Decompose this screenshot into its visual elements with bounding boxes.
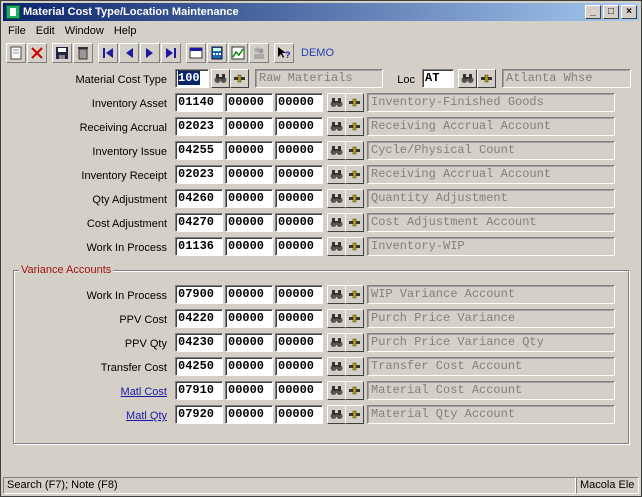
receiving-accrual-label: Receiving Accrual xyxy=(79,122,167,134)
save-icon[interactable] xyxy=(52,43,72,63)
calculator-icon[interactable] xyxy=(207,43,227,63)
cost-adjustment-account-sub1[interactable]: 00000 xyxy=(225,213,273,232)
inventory-asset-account-main[interactable]: 01140 xyxy=(175,93,223,112)
variance-accounts-label: Variance Accounts xyxy=(19,264,114,276)
menu-file[interactable]: File xyxy=(3,25,31,37)
cost-adjustment-account-sub2[interactable]: 00000 xyxy=(275,213,323,232)
qty-adjustment-account-sub2[interactable]: 00000 xyxy=(275,189,323,208)
window-title: Material Cost Type/Location Maintenance xyxy=(23,6,239,18)
close-button[interactable]: × xyxy=(621,5,637,19)
cost-type-label: Material Cost Type xyxy=(75,74,167,86)
inventory-issue-label: Inventory Issue xyxy=(92,146,167,158)
menu-bar: File Edit Window Help xyxy=(3,22,141,40)
qty-adjustment-note-icon[interactable] xyxy=(345,189,364,208)
cost-adjustment-account-main[interactable]: 04270 xyxy=(175,213,223,232)
inventory-receipt-account-sub2[interactable]: 00000 xyxy=(275,165,323,184)
cost-adjustment-search-icon[interactable] xyxy=(327,213,346,232)
loc-label: Loc xyxy=(397,74,415,86)
users-icon xyxy=(249,43,269,63)
work-in-process-label: Work In Process xyxy=(86,242,168,254)
status-user: Macola Ele xyxy=(576,477,639,494)
inventory-asset-account-sub2[interactable]: 00000 xyxy=(275,93,323,112)
qty-adjustment-account-main[interactable]: 04260 xyxy=(175,189,223,208)
inventory-asset-label: Inventory Asset xyxy=(91,98,167,110)
first-record-icon[interactable] xyxy=(98,43,118,63)
menu-edit[interactable]: Edit xyxy=(31,25,60,37)
loc-description: Atlanta Whse xyxy=(502,69,631,88)
cost-type-description: Raw Materials xyxy=(255,69,383,88)
cost-type-note-icon[interactable] xyxy=(230,69,249,88)
inventory-asset-description: Inventory-Finished Goods xyxy=(367,93,615,112)
inventory-receipt-label: Inventory Receipt xyxy=(81,170,167,182)
previous-record-icon[interactable] xyxy=(119,43,139,63)
inventory-receipt-account-main[interactable]: 02023 xyxy=(175,165,223,184)
app-icon xyxy=(6,5,20,19)
next-record-icon[interactable] xyxy=(140,43,160,63)
loc-note-icon[interactable] xyxy=(477,69,496,88)
qty-adjustment-search-icon[interactable] xyxy=(327,189,346,208)
loc-field[interactable]: AT xyxy=(422,69,454,88)
status-bar: Search (F7); Note (F8) Macola Ele xyxy=(3,477,639,495)
svg-text:?: ? xyxy=(285,50,291,60)
inventory-issue-account-sub1[interactable]: 00000 xyxy=(225,141,273,160)
qty-adjustment-description: Quantity Adjustment xyxy=(367,189,615,208)
last-record-icon[interactable] xyxy=(161,43,181,63)
delete-icon[interactable] xyxy=(73,43,93,63)
inventory-asset-note-icon[interactable] xyxy=(345,93,364,112)
work-in-process-account-sub1[interactable]: 00000 xyxy=(225,237,273,256)
receiving-accrual-account-sub2[interactable]: 00000 xyxy=(275,117,323,136)
receiving-accrual-description: Receiving Accrual Account xyxy=(367,117,615,136)
minimize-button[interactable]: _ xyxy=(585,5,601,19)
inventory-asset-account-sub1[interactable]: 00000 xyxy=(225,93,273,112)
inventory-receipt-description: Receiving Accrual Account xyxy=(367,165,615,184)
receiving-accrual-account-sub1[interactable]: 00000 xyxy=(225,117,273,136)
inventory-issue-search-icon[interactable] xyxy=(327,141,346,160)
cancel-icon[interactable] xyxy=(27,43,47,63)
cost-type-value: 100 xyxy=(178,71,200,85)
inventory-receipt-account-sub1[interactable]: 00000 xyxy=(225,165,273,184)
inventory-issue-account-sub2[interactable]: 00000 xyxy=(275,141,323,160)
cost-adjustment-description: Cost Adjustment Account xyxy=(367,213,615,232)
main-window: Material Cost Type/Location Maintenance … xyxy=(0,0,642,497)
title-bar: Material Cost Type/Location Maintenance … xyxy=(3,3,639,21)
notes-icon[interactable] xyxy=(186,43,206,63)
inventory-issue-note-icon[interactable] xyxy=(345,141,364,160)
receiving-accrual-note-icon[interactable] xyxy=(345,117,364,136)
inventory-receipt-search-icon[interactable] xyxy=(327,165,346,184)
receiving-accrual-account-main[interactable]: 02023 xyxy=(175,117,223,136)
menu-help[interactable]: Help xyxy=(109,25,142,37)
work-in-process-search-icon[interactable] xyxy=(327,237,346,256)
variance-accounts-group xyxy=(13,270,629,444)
cost-adjustment-label: Cost Adjustment xyxy=(86,218,167,230)
inventory-issue-account-main[interactable]: 04255 xyxy=(175,141,223,160)
cost-type-field[interactable]: 100 xyxy=(175,69,209,88)
status-hint: Search (F7); Note (F8) xyxy=(3,477,576,494)
new-icon[interactable] xyxy=(6,43,26,63)
loc-search-icon[interactable] xyxy=(458,69,477,88)
inventory-asset-search-icon[interactable] xyxy=(327,93,346,112)
work-in-process-account-main[interactable]: 01136 xyxy=(175,237,223,256)
inventory-issue-description: Cycle/Physical Count xyxy=(367,141,615,160)
toolbar: ? DEMO xyxy=(3,41,639,65)
qty-adjustment-label: Qty Adjustment xyxy=(92,194,167,206)
qty-adjustment-account-sub1[interactable]: 00000 xyxy=(225,189,273,208)
chart-icon[interactable] xyxy=(228,43,248,63)
work-in-process-account-sub2[interactable]: 00000 xyxy=(275,237,323,256)
receiving-accrual-search-icon[interactable] xyxy=(327,117,346,136)
menu-window[interactable]: Window xyxy=(60,25,109,37)
inventory-receipt-note-icon[interactable] xyxy=(345,165,364,184)
company-label: DEMO xyxy=(301,47,334,59)
work-in-process-note-icon[interactable] xyxy=(345,237,364,256)
cost-adjustment-note-icon[interactable] xyxy=(345,213,364,232)
maximize-button[interactable]: □ xyxy=(603,5,619,19)
work-in-process-description: Inventory-WIP xyxy=(367,237,615,256)
help-icon[interactable]: ? xyxy=(274,43,294,63)
cost-type-search-icon[interactable] xyxy=(211,69,230,88)
